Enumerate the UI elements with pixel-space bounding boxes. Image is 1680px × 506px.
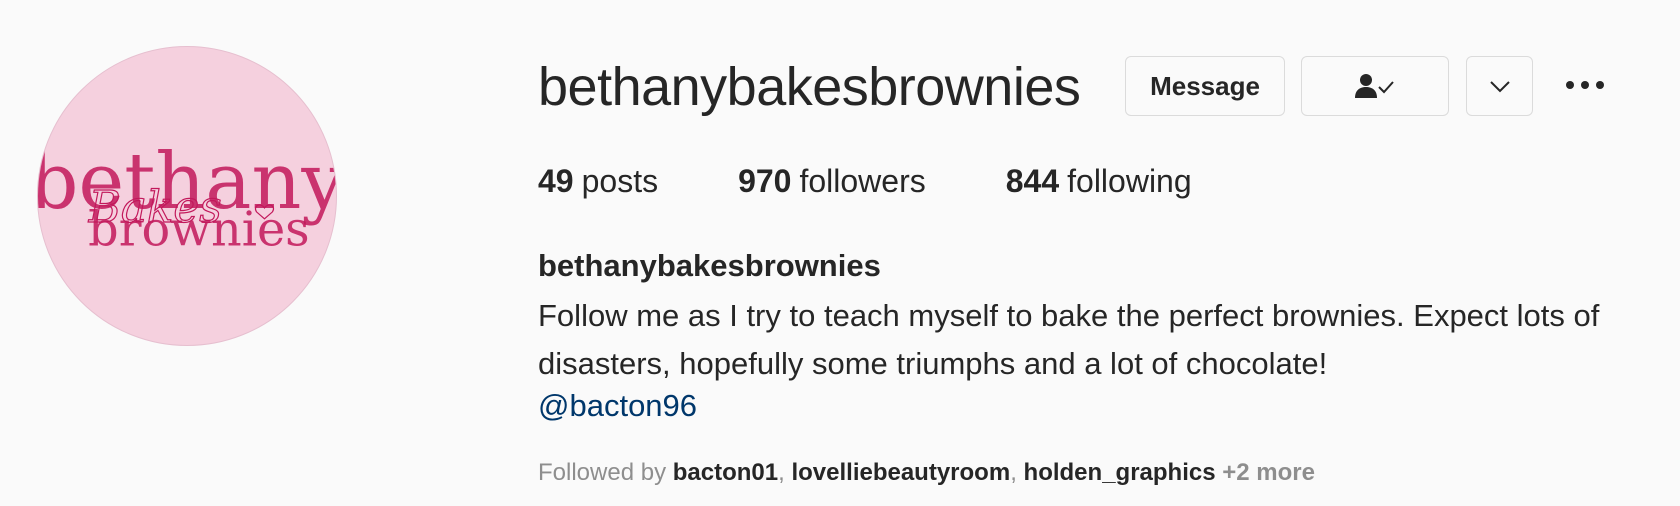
- profile-header: bethany brownies Bakes bethanybakesbrown…: [0, 0, 1680, 506]
- followed-by-more[interactable]: +2 more: [1222, 459, 1315, 486]
- stat-label: followers: [799, 163, 926, 199]
- suggested-accounts-button[interactable]: [1466, 56, 1533, 116]
- dot-icon: [1596, 81, 1604, 89]
- stat-followers[interactable]: 970 followers: [738, 163, 926, 200]
- profile-username: bethanybakesbrownies: [538, 57, 1081, 117]
- profile-avatar[interactable]: bethany brownies Bakes: [37, 46, 337, 346]
- separator: ,: [1010, 459, 1024, 486]
- profile-stats: 49 posts 970 followers 844 following: [538, 163, 1272, 200]
- stat-value: 49: [538, 163, 574, 199]
- followed-by-account[interactable]: holden_graphics: [1024, 459, 1216, 486]
- more-options-button[interactable]: [1560, 70, 1610, 100]
- following-button[interactable]: [1301, 56, 1449, 116]
- dot-icon: [1581, 81, 1589, 89]
- bio-mention-link[interactable]: @bacton96: [538, 388, 697, 424]
- stat-posts: 49 posts: [538, 163, 658, 200]
- person-check-icon: [1355, 74, 1394, 98]
- stat-value: 844: [1005, 163, 1060, 199]
- stat-following[interactable]: 844 following: [1006, 163, 1192, 200]
- followed-by: Followed by bacton01, lovelliebeautyroom…: [538, 459, 1315, 487]
- avatar-logo-script: Bakes: [88, 182, 222, 233]
- followed-by-prefix: Followed by: [538, 459, 667, 486]
- message-button[interactable]: Message: [1125, 56, 1285, 116]
- followed-by-account[interactable]: lovelliebeautyroom: [791, 459, 1010, 486]
- followed-by-account[interactable]: bacton01: [673, 459, 778, 486]
- stat-label: posts: [581, 163, 659, 199]
- stat-value: 970: [738, 163, 792, 199]
- separator: ,: [778, 459, 792, 486]
- profile-bio: Follow me as I try to teach myself to ba…: [538, 298, 1600, 381]
- dot-icon: [1566, 81, 1574, 89]
- profile-full-name: bethanybakesbrownies: [538, 248, 881, 283]
- chevron-down-icon: [1489, 81, 1510, 93]
- avatar-logo: bethany brownies Bakes: [38, 137, 336, 258]
- stat-label: following: [1067, 163, 1192, 199]
